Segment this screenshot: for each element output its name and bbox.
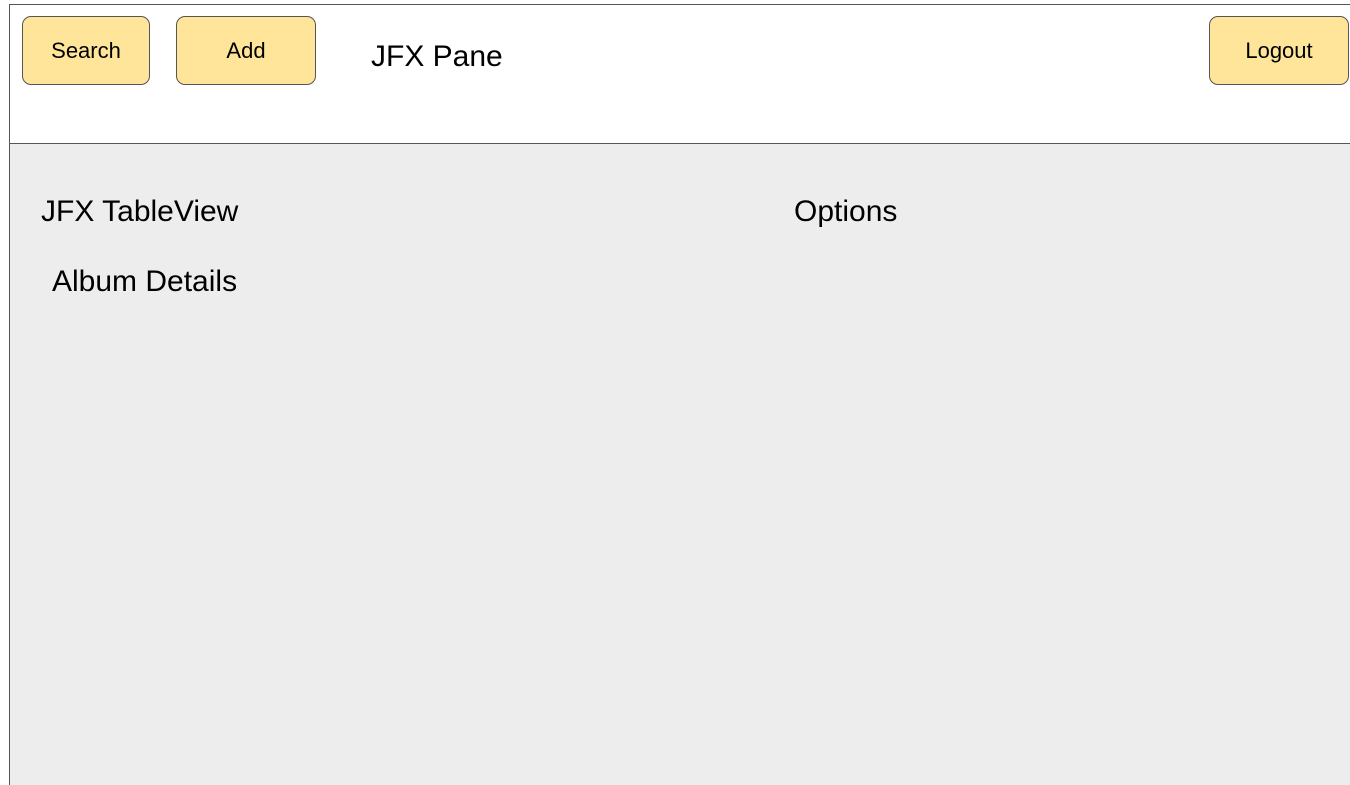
app-window: Search Add JFX Pane Logout JFX TableView… [0,0,1350,785]
top-pane: Search Add JFX Pane Logout [9,4,1350,144]
logout-button[interactable]: Logout [1209,16,1349,85]
pane-title: JFX Pane [371,40,503,73]
tableview-label: JFX TableView [41,195,239,228]
options-label: Options [794,195,898,228]
add-button[interactable]: Add [176,16,316,85]
album-details-label: Album Details [52,265,238,298]
search-button[interactable]: Search [22,16,150,85]
main-content: JFX TableView Album Details Options [9,144,1350,785]
